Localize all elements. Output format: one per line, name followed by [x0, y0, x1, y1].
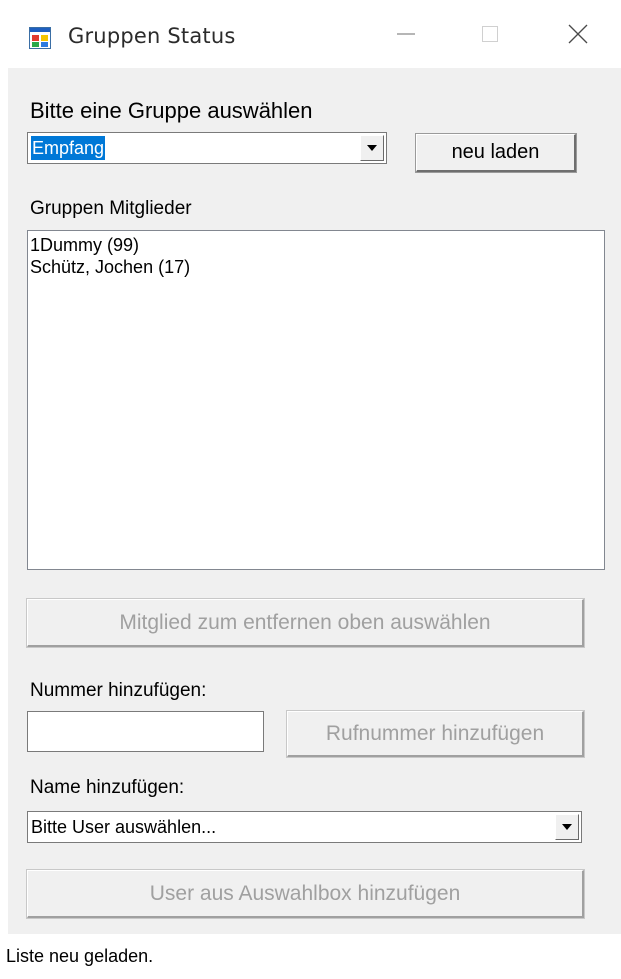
add-number-label: Nummer hinzufügen:: [30, 680, 207, 701]
app-window: Gruppen Status Bitte eine Gruppe auswähl…: [0, 0, 621, 979]
list-item[interactable]: 1Dummy (99): [28, 234, 604, 256]
add-name-label: Name hinzufügen:: [30, 777, 185, 798]
minimize-button[interactable]: [384, 16, 428, 56]
title-bar[interactable]: Gruppen Status: [0, 0, 621, 68]
add-number-button[interactable]: Rufnummer hinzufügen: [286, 710, 585, 758]
phone-number-input[interactable]: [27, 711, 264, 752]
status-text: Liste neu geladen.: [6, 946, 154, 966]
maximize-icon: [479, 23, 501, 50]
chevron-down-icon: [366, 139, 378, 157]
group-select-label: Bitte eine Gruppe auswählen: [30, 98, 313, 123]
group-dropdown-button[interactable]: [360, 135, 384, 161]
add-user-button[interactable]: User aus Auswahlbox hinzufügen: [26, 869, 585, 919]
group-combobox-value: Empfang: [31, 136, 106, 160]
group-combobox[interactable]: Empfang: [27, 132, 387, 164]
user-combobox[interactable]: Bitte User auswählen...: [27, 811, 582, 843]
user-combobox-value: Bitte User auswählen...: [31, 817, 217, 837]
remove-member-button[interactable]: Mitglied zum entfernen oben auswählen: [26, 598, 585, 648]
list-item[interactable]: Schütz, Jochen (17): [28, 256, 604, 278]
maximize-button[interactable]: [468, 16, 512, 56]
windows-form-icon: [29, 27, 51, 49]
minimize-icon: [395, 23, 417, 50]
members-label: Gruppen Mitglieder: [30, 198, 192, 219]
window-title: Gruppen Status: [68, 24, 236, 48]
close-button[interactable]: [556, 16, 600, 56]
chevron-down-icon: [561, 818, 573, 836]
members-listbox[interactable]: 1Dummy (99) Schütz, Jochen (17): [27, 230, 605, 570]
reload-button[interactable]: neu laden: [415, 133, 577, 173]
user-dropdown-button[interactable]: [555, 814, 579, 840]
close-icon: [566, 22, 590, 51]
